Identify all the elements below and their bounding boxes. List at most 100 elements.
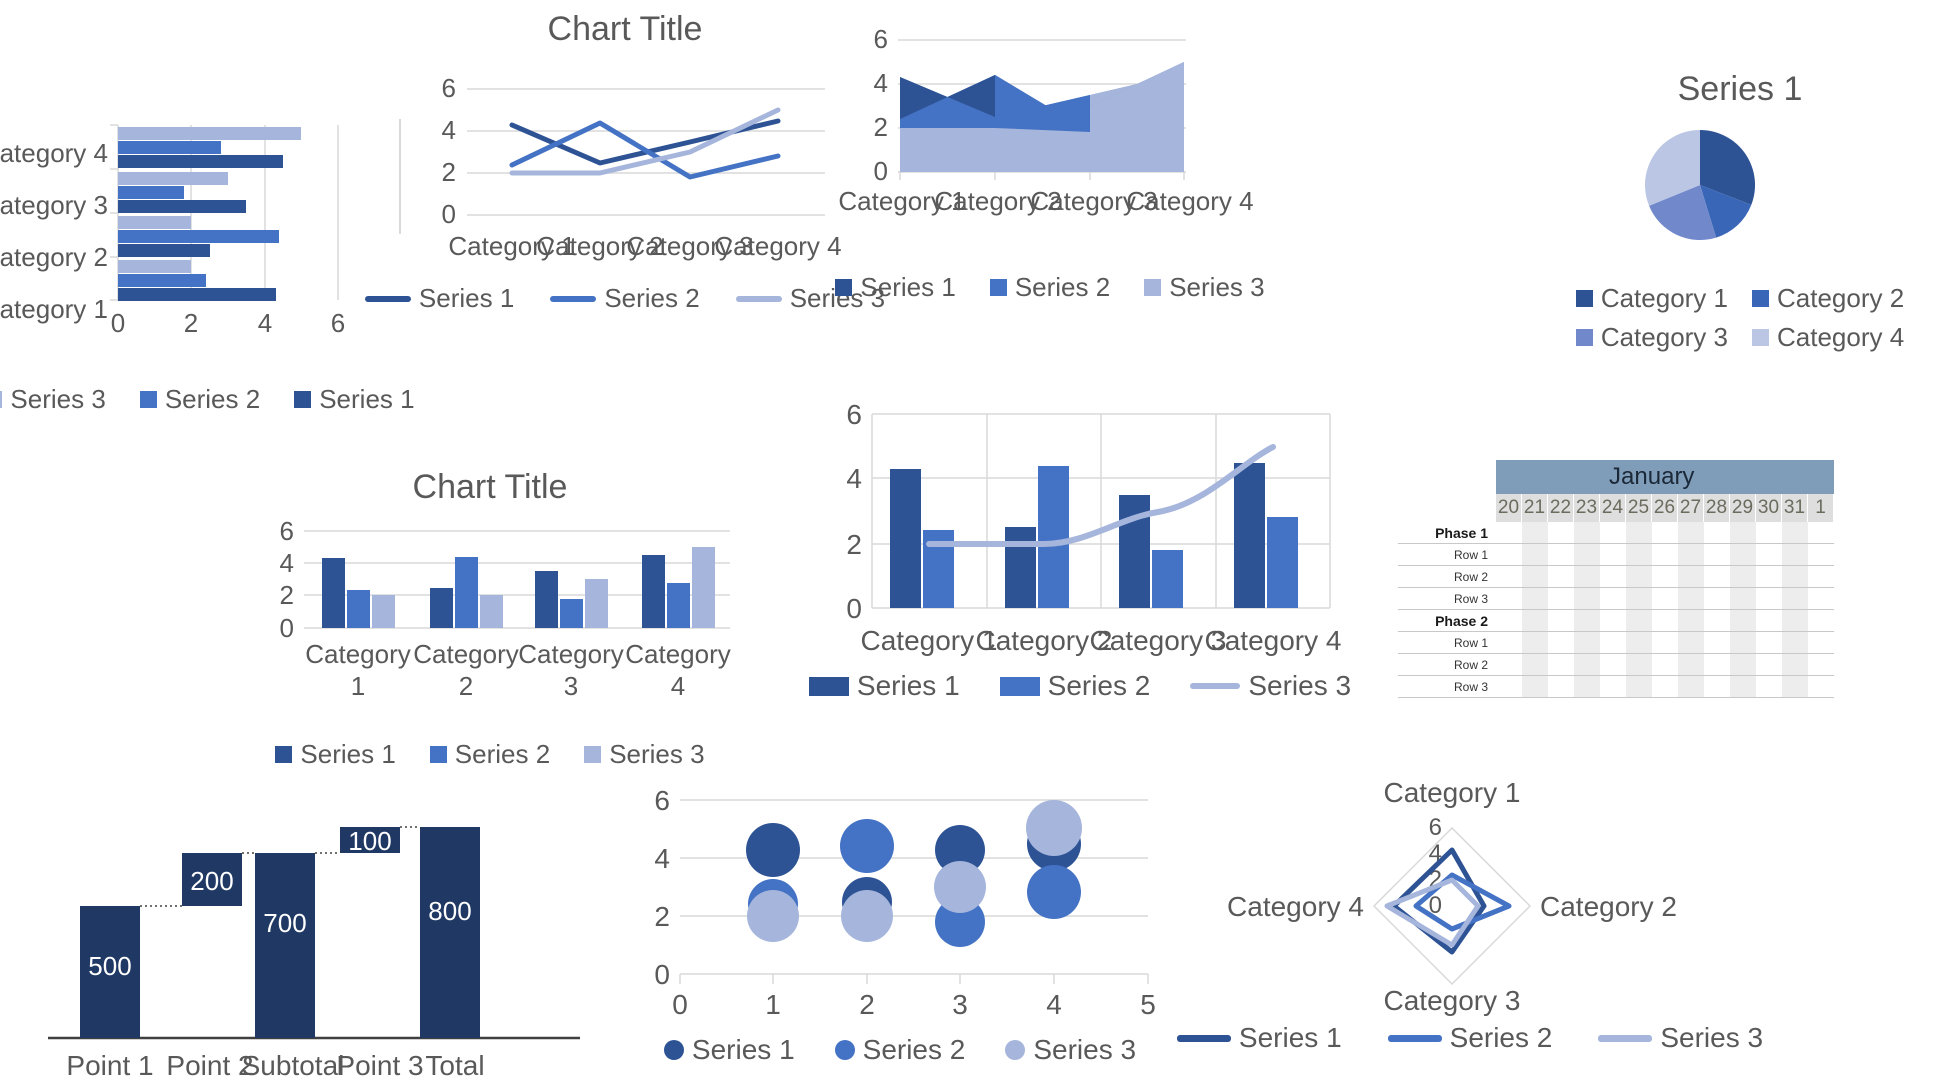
gantt-cell[interactable] (1573, 522, 1600, 544)
gantt-cell[interactable] (1755, 587, 1782, 610)
legend-item-series3[interactable]: Series 3 (0, 384, 106, 415)
gantt-cell[interactable] (1755, 543, 1782, 566)
gantt-cell[interactable] (1496, 675, 1522, 698)
gantt-cell[interactable] (1677, 522, 1704, 544)
gantt-cell[interactable] (1547, 609, 1574, 632)
gantt-cell[interactable] (1677, 675, 1704, 698)
gantt-cell[interactable] (1755, 609, 1782, 632)
gantt-cell[interactable] (1573, 587, 1600, 610)
gantt-cell[interactable] (1807, 565, 1834, 588)
gantt-cell[interactable] (1651, 565, 1678, 588)
gantt-cell[interactable] (1729, 631, 1756, 654)
gantt-row-phase2[interactable]: Phase 2 (1398, 609, 1834, 632)
legend-item-series3[interactable]: Series 3 (1005, 1034, 1136, 1066)
gantt-cell[interactable] (1677, 543, 1704, 566)
gantt-cell[interactable] (1677, 631, 1704, 654)
gantt-cell[interactable] (1547, 522, 1574, 544)
gantt-cell[interactable] (1521, 543, 1548, 566)
legend-item-series3[interactable]: Series 3 (1598, 1022, 1763, 1054)
gantt-cell[interactable] (1496, 543, 1522, 566)
gantt-cell[interactable] (1599, 565, 1626, 588)
gantt-cell[interactable] (1599, 522, 1626, 544)
gantt-cell[interactable] (1625, 543, 1652, 566)
gantt-cell[interactable] (1599, 609, 1626, 632)
gantt-cell[interactable] (1573, 543, 1600, 566)
gantt-cell[interactable] (1755, 565, 1782, 588)
gantt-cell[interactable] (1521, 522, 1548, 544)
gantt-cell[interactable] (1547, 631, 1574, 654)
gantt-cell[interactable] (1599, 631, 1626, 654)
gantt-cell[interactable] (1703, 653, 1730, 676)
gantt-row-2b[interactable]: Row 2 (1398, 653, 1834, 676)
gantt-cell[interactable] (1521, 609, 1548, 632)
gantt-cell[interactable] (1573, 631, 1600, 654)
gantt-cell[interactable] (1651, 653, 1678, 676)
gantt-cell[interactable] (1625, 522, 1652, 544)
gantt-cell[interactable] (1651, 587, 1678, 610)
legend-item-category4[interactable]: Category 4 (1752, 322, 1904, 353)
gantt-cell[interactable] (1703, 543, 1730, 566)
gantt-cell[interactable] (1729, 653, 1756, 676)
legend-item-series1[interactable]: Series 1 (1176, 1022, 1342, 1054)
gantt-cell[interactable] (1729, 543, 1756, 566)
gantt-cell[interactable] (1599, 543, 1626, 566)
gantt-cell[interactable] (1625, 675, 1652, 698)
gantt-cell[interactable] (1547, 543, 1574, 566)
gantt-cell[interactable] (1807, 631, 1834, 654)
gantt-cell[interactable] (1677, 565, 1704, 588)
gantt-cell[interactable] (1496, 587, 1522, 610)
gantt-cell[interactable] (1807, 675, 1834, 698)
gantt-cell[interactable] (1573, 565, 1600, 588)
gantt-cell[interactable] (1625, 631, 1652, 654)
gantt-cell[interactable] (1677, 609, 1704, 632)
gantt-row-3b[interactable]: Row 3 (1398, 675, 1834, 698)
gantt-cell[interactable] (1677, 653, 1704, 676)
gantt-row-1a[interactable]: Row 1 (1398, 543, 1834, 566)
gantt-cell[interactable] (1521, 631, 1548, 654)
legend-item-series2[interactable]: Series 2 (550, 283, 700, 314)
gantt-cell[interactable] (1755, 522, 1782, 544)
gantt-cell[interactable] (1625, 565, 1652, 588)
gantt-cell[interactable] (1729, 609, 1756, 632)
gantt-cell[interactable] (1496, 653, 1522, 676)
gantt-cell[interactable] (1547, 675, 1574, 698)
legend-item-series2[interactable]: Series 2 (139, 384, 260, 415)
gantt-cell[interactable] (1651, 543, 1678, 566)
gantt-cell[interactable] (1781, 587, 1808, 610)
legend-item-category2[interactable]: Category 2 (1752, 283, 1904, 314)
gantt-cell[interactable] (1651, 522, 1678, 544)
legend-item-series2[interactable]: Series 2 (834, 1034, 965, 1066)
gantt-cell[interactable] (1807, 522, 1834, 544)
gantt-cell[interactable] (1755, 675, 1782, 698)
gantt-cell[interactable] (1625, 609, 1652, 632)
gantt-cell[interactable] (1781, 631, 1808, 654)
gantt-cell[interactable] (1496, 609, 1522, 632)
gantt-cell[interactable] (1521, 653, 1548, 676)
legend-item-series1[interactable]: Series 1 (808, 670, 960, 702)
gantt-cell[interactable] (1807, 609, 1834, 632)
gantt-cell[interactable] (1625, 587, 1652, 610)
gantt-cell[interactable] (1755, 631, 1782, 654)
gantt-row-3a[interactable]: Row 3 (1398, 587, 1834, 610)
gantt-cell[interactable] (1703, 522, 1730, 544)
gantt-cell[interactable] (1703, 631, 1730, 654)
gantt-cell[interactable] (1496, 631, 1522, 654)
gantt-cell[interactable] (1573, 609, 1600, 632)
legend-item-series1[interactable]: Series 1 (294, 384, 415, 415)
legend-item-series3[interactable]: Series 3 (1190, 670, 1351, 702)
gantt-cell[interactable] (1547, 565, 1574, 588)
legend-item-series1[interactable]: Series 1 (364, 283, 514, 314)
gantt-cell[interactable] (1755, 653, 1782, 676)
legend-item-series2[interactable]: Series 2 (999, 670, 1150, 702)
gantt-cell[interactable] (1599, 675, 1626, 698)
gantt-cell[interactable] (1729, 587, 1756, 610)
gantt-cell[interactable] (1573, 675, 1600, 698)
gantt-cell[interactable] (1729, 675, 1756, 698)
gantt-cell[interactable] (1496, 522, 1522, 544)
gantt-cell[interactable] (1703, 565, 1730, 588)
legend-item-series3[interactable]: Series 3 (584, 739, 705, 770)
gantt-cell[interactable] (1807, 653, 1834, 676)
gantt-cell[interactable] (1677, 587, 1704, 610)
legend-item-series2[interactable]: Series 2 (989, 272, 1110, 303)
gantt-cell[interactable] (1599, 653, 1626, 676)
